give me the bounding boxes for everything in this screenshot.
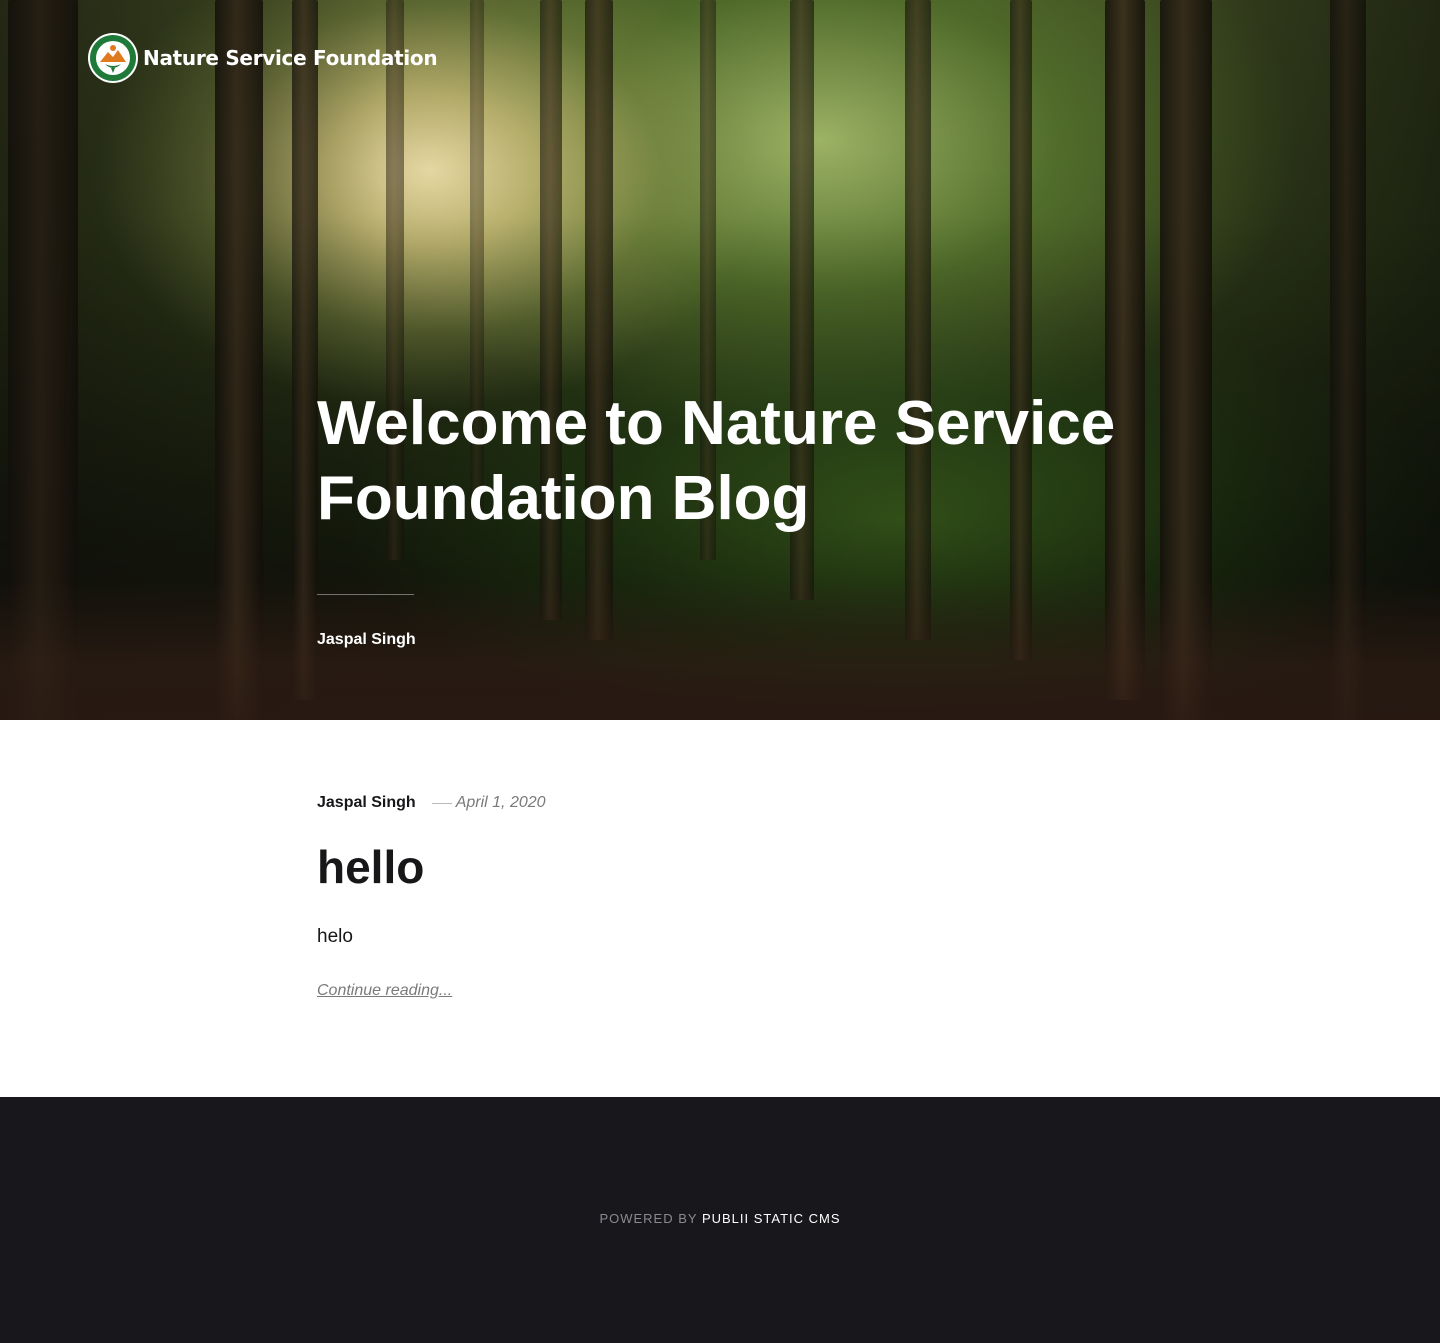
post-meta: Jaspal Singh April 1, 2020 bbox=[317, 794, 546, 812]
nature-service-foundation-emblem-icon bbox=[88, 33, 138, 83]
site-footer: Powered by Publii Static CMS bbox=[0, 1097, 1440, 1343]
post-excerpt: helo bbox=[317, 926, 353, 947]
post-title-link[interactable]: hello bbox=[317, 838, 424, 896]
hero-divider bbox=[317, 594, 414, 595]
footer-credit: Powered by Publii Static CMS bbox=[0, 1211, 1440, 1226]
hero-content: Welcome to Nature Service Foundation Blo… bbox=[317, 386, 1137, 649]
post-author-link[interactable]: Jaspal Singh bbox=[317, 794, 416, 812]
continue-reading-link[interactable]: Continue reading... bbox=[317, 982, 452, 1000]
hero-author-link[interactable]: Jaspal Singh bbox=[317, 631, 1137, 649]
powered-by-label: Powered by bbox=[599, 1211, 702, 1226]
publii-cms-link[interactable]: Publii Static CMS bbox=[702, 1211, 841, 1226]
hero-banner: Nature Service Foundation Welcome to Nat… bbox=[0, 0, 1440, 720]
post-date: April 1, 2020 bbox=[455, 794, 546, 811]
meta-separator bbox=[431, 802, 452, 804]
site-logo-link[interactable]: Nature Service Foundation bbox=[87, 32, 438, 84]
site-logo-text: Nature Service Foundation bbox=[143, 46, 438, 70]
hero-title: Welcome to Nature Service Foundation Blo… bbox=[317, 389, 1116, 533]
